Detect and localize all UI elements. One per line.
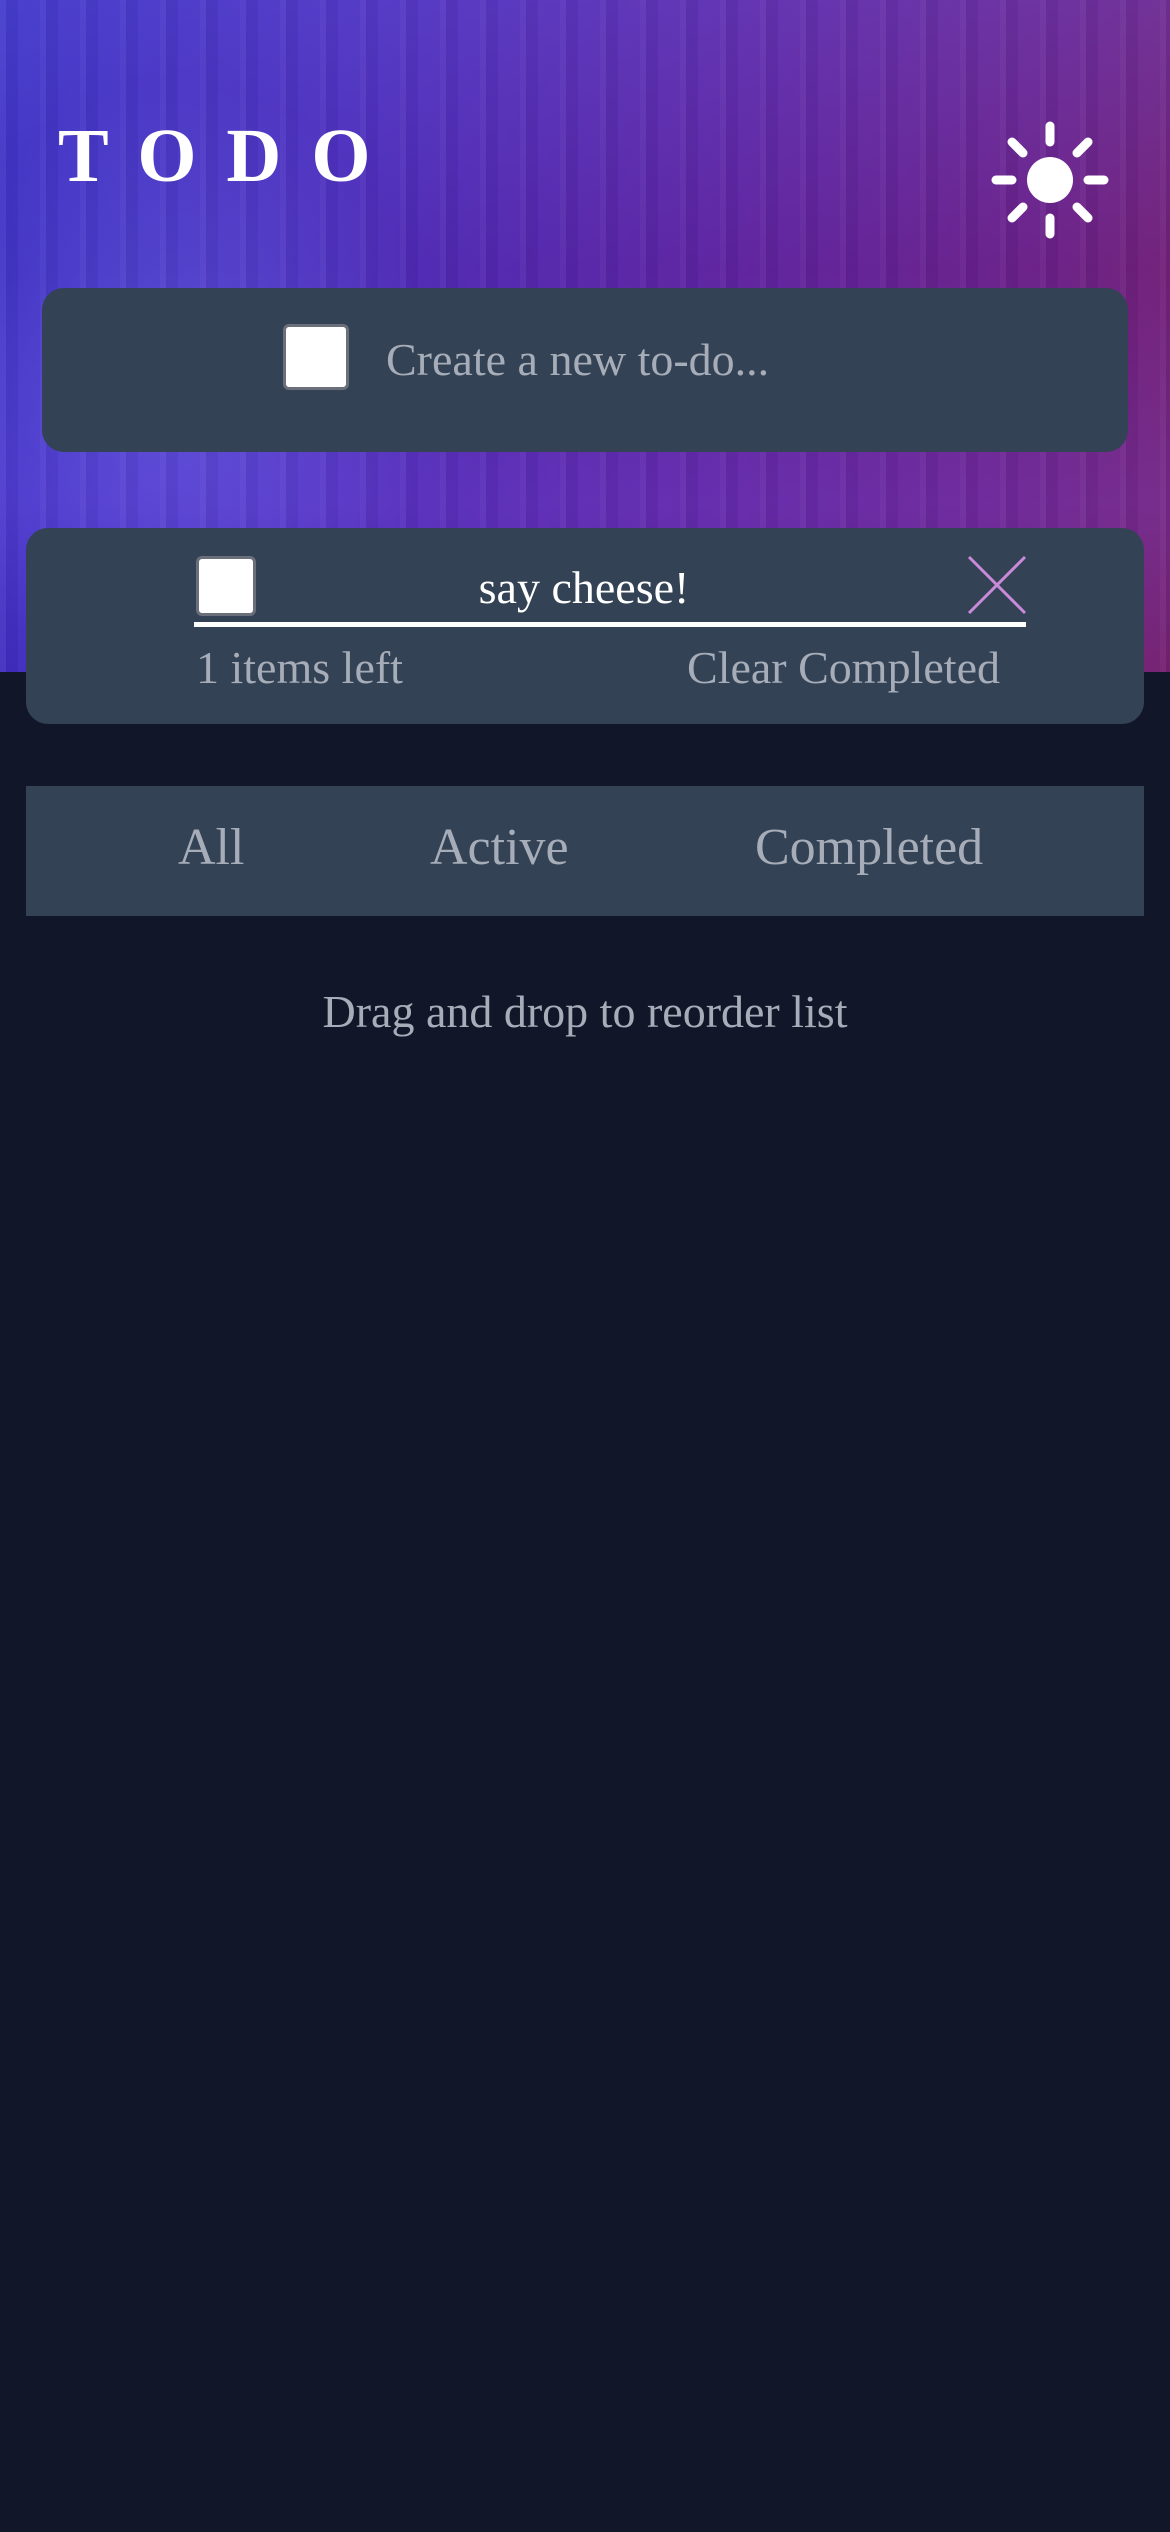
todo-checkbox[interactable] xyxy=(196,556,256,616)
filter-completed[interactable]: Completed xyxy=(755,816,983,880)
todo-item[interactable]: say cheese! xyxy=(168,555,1027,620)
new-todo-input[interactable] xyxy=(386,324,946,394)
delete-todo-button[interactable] xyxy=(966,554,1028,616)
new-todo-checkbox[interactable] xyxy=(283,324,349,390)
filter-active[interactable]: Active xyxy=(430,816,569,880)
close-icon xyxy=(967,555,1027,615)
filter-bar: All Active Completed xyxy=(26,786,1144,916)
todo-divider xyxy=(194,622,1026,627)
sun-icon xyxy=(991,121,1109,239)
theme-toggle-button[interactable] xyxy=(988,118,1112,242)
todo-text: say cheese! xyxy=(478,562,690,613)
new-todo-bar xyxy=(42,288,1128,452)
items-left-count: 1 items left xyxy=(196,642,403,693)
clear-completed-button[interactable]: Clear Completed xyxy=(687,638,1000,698)
reorder-hint: Drag and drop to reorder list xyxy=(322,986,848,1037)
todo-list: say cheese! 1 items left Clear Completed xyxy=(26,528,1144,724)
filter-all[interactable]: All xyxy=(178,816,244,880)
page-title: TODO xyxy=(58,114,401,198)
